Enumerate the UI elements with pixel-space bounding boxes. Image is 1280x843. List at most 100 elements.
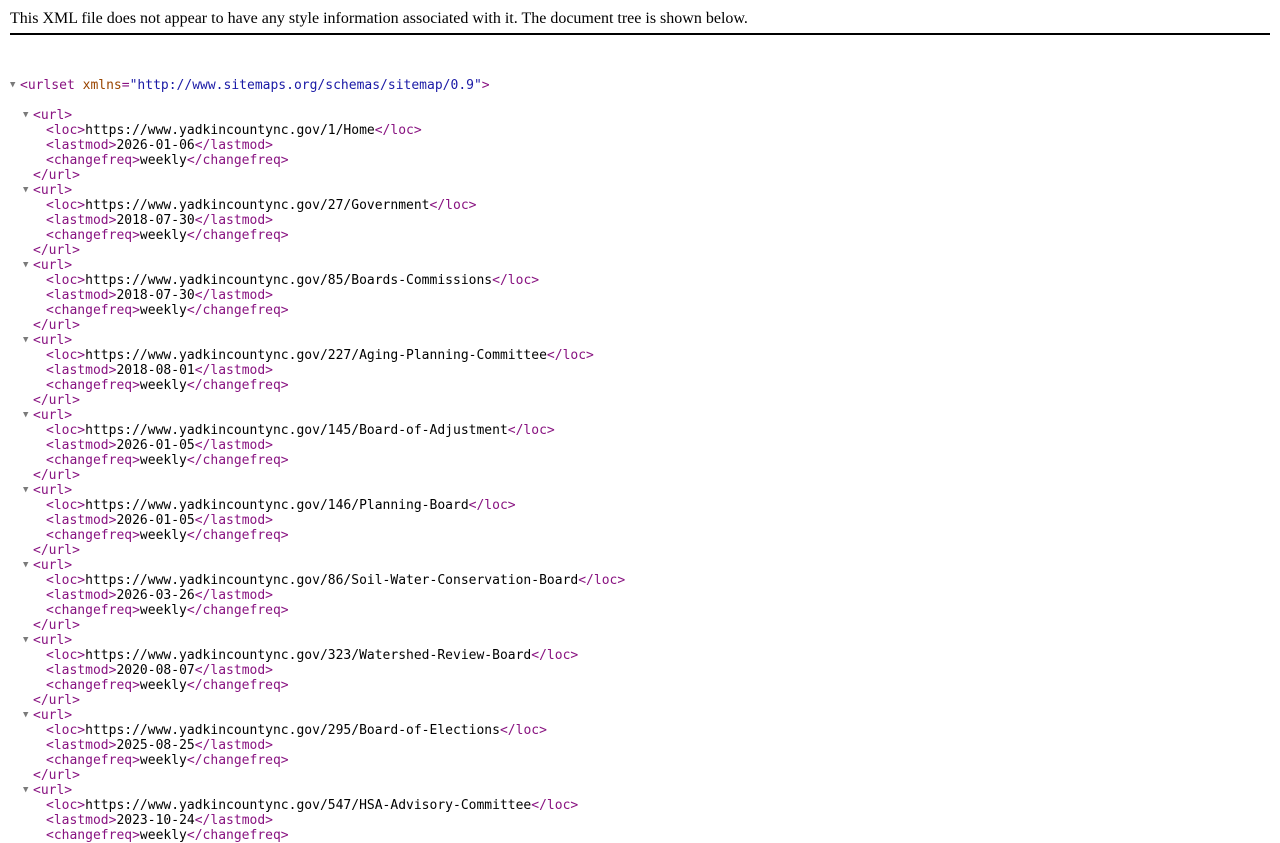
loc-open-tag: <loc> <box>46 498 86 513</box>
changefreq-value: weekly <box>139 228 187 243</box>
url-open-line: ▼ <url> <box>10 333 72 348</box>
lastmod-value: 2026-01-05 <box>116 513 195 528</box>
loc-open-tag: <loc> <box>46 198 86 213</box>
lastmod-close-tag: </lastmod> <box>194 588 274 603</box>
loc-line: <loc>https://www.yadkincountync.gov/85/B… <box>10 273 539 288</box>
changefreq-line: <changefreq>weekly</changefreq> <box>10 678 289 693</box>
collapse-arrow-icon[interactable]: ▼ <box>10 78 15 93</box>
lastmod-value: 2026-01-06 <box>116 138 195 153</box>
url-open-tag: <url> <box>33 783 73 798</box>
changefreq-open-tag: <changefreq> <box>46 228 140 243</box>
collapse-arrow-icon[interactable]: ▼ <box>23 708 28 723</box>
lastmod-open-tag: <lastmod> <box>46 738 117 753</box>
changefreq-value: weekly <box>139 678 187 693</box>
changefreq-open-tag: <changefreq> <box>46 303 140 318</box>
url-close-line: </url> <box>10 168 80 183</box>
collapse-arrow-icon[interactable]: ▼ <box>23 183 28 198</box>
lastmod-close-tag: </lastmod> <box>194 438 274 453</box>
url-open-line: ▼ <url> <box>10 633 72 648</box>
loc-close-tag: </loc> <box>507 423 555 438</box>
changefreq-open-tag: <changefreq> <box>46 828 140 843</box>
loc-line: <loc>https://www.yadkincountync.gov/547/… <box>10 798 578 813</box>
url-open-line: ▼ <url> <box>10 558 72 573</box>
url-open-line: ▼ <url> <box>10 783 72 798</box>
loc-value: https://www.yadkincountync.gov/146/Plann… <box>85 498 469 513</box>
collapse-arrow-icon[interactable]: ▼ <box>23 333 28 348</box>
url-close-tag: </url> <box>33 543 80 558</box>
changefreq-line: <changefreq>weekly</changefreq> <box>10 228 289 243</box>
changefreq-close-tag: </changefreq> <box>186 753 289 768</box>
changefreq-value: weekly <box>139 453 187 468</box>
changefreq-line: <changefreq>weekly</changefreq> <box>10 378 289 393</box>
changefreq-value: weekly <box>139 303 187 318</box>
loc-line: <loc>https://www.yadkincountync.gov/295/… <box>10 723 547 738</box>
url-close-line: </url> <box>10 243 80 258</box>
url-open-line: ▼ <url> <box>10 483 72 498</box>
changefreq-line: <changefreq>weekly</changefreq> <box>10 753 289 768</box>
collapse-arrow-icon[interactable]: ▼ <box>23 633 28 648</box>
url-close-tag: </url> <box>33 618 80 633</box>
loc-close-tag: </loc> <box>499 723 547 738</box>
loc-value: https://www.yadkincountync.gov/145/Board… <box>85 423 508 438</box>
loc-value: https://www.yadkincountync.gov/295/Board… <box>85 723 500 738</box>
url-close-tag: </url> <box>33 393 80 408</box>
collapse-arrow-icon[interactable]: ▼ <box>23 408 28 423</box>
url-close-line: </url> <box>10 693 80 708</box>
lastmod-line: <lastmod>2020-08-07</lastmod> <box>10 663 273 678</box>
lastmod-line: <lastmod>2026-03-26</lastmod> <box>10 588 273 603</box>
lastmod-close-tag: </lastmod> <box>194 138 274 153</box>
lastmod-close-tag: </lastmod> <box>194 813 274 828</box>
url-open-tag: <url> <box>33 333 73 348</box>
url-open-line: ▼ <url> <box>10 183 72 198</box>
collapse-arrow-icon[interactable]: ▼ <box>23 483 28 498</box>
changefreq-close-tag: </changefreq> <box>186 453 289 468</box>
collapse-arrow-icon[interactable]: ▼ <box>23 558 28 573</box>
url-close-tag: </url> <box>33 168 80 183</box>
loc-line: <loc>https://www.yadkincountync.gov/27/G… <box>10 198 476 213</box>
changefreq-line: <changefreq>weekly</changefreq> <box>10 453 289 468</box>
lastmod-line: <lastmod>2025-08-25</lastmod> <box>10 738 273 753</box>
url-open-tag: <url> <box>33 258 73 273</box>
loc-close-tag: </loc> <box>492 273 540 288</box>
loc-line: <loc>https://www.yadkincountync.gov/323/… <box>10 648 578 663</box>
lastmod-line: <lastmod>2026-01-06</lastmod> <box>10 138 273 153</box>
lastmod-value: 2020-08-07 <box>116 663 195 678</box>
url-close-line: </url> <box>10 393 80 408</box>
lastmod-line: <lastmod>2018-07-30</lastmod> <box>10 213 273 228</box>
lastmod-value: 2025-08-25 <box>116 738 195 753</box>
lastmod-open-tag: <lastmod> <box>46 513 117 528</box>
loc-open-tag: <loc> <box>46 723 86 738</box>
loc-line: <loc>https://www.yadkincountync.gov/1/Ho… <box>10 123 422 138</box>
lastmod-value: 2026-03-26 <box>116 588 195 603</box>
urlset-open-tag: <urlset <box>20 78 75 93</box>
collapse-arrow-icon[interactable]: ▼ <box>23 108 28 123</box>
changefreq-line: <changefreq>weekly</changefreq> <box>10 603 289 618</box>
changefreq-open-tag: <changefreq> <box>46 153 140 168</box>
lastmod-close-tag: </lastmod> <box>194 288 274 303</box>
urlset-open-tag-end: > <box>481 78 490 93</box>
url-close-tag: </url> <box>33 468 80 483</box>
url-close-line: </url> <box>10 318 80 333</box>
xml-document-tree: ▼ <urlset xmlns="http://www.sitemaps.org… <box>10 48 625 843</box>
changefreq-value: weekly <box>139 828 187 843</box>
lastmod-line: <lastmod>2026-01-05</lastmod> <box>10 438 273 453</box>
url-open-tag: <url> <box>33 108 73 123</box>
url-close-tag: </url> <box>33 318 80 333</box>
lastmod-line: <lastmod>2023-10-24</lastmod> <box>10 813 273 828</box>
url-close-tag: </url> <box>33 768 80 783</box>
changefreq-open-tag: <changefreq> <box>46 528 140 543</box>
xmlns-attribute-value: "http://www.sitemaps.org/schemas/sitemap… <box>129 78 482 93</box>
changefreq-value: weekly <box>139 378 187 393</box>
collapse-arrow-icon[interactable]: ▼ <box>23 258 28 273</box>
lastmod-open-tag: <lastmod> <box>46 288 117 303</box>
lastmod-value: 2026-01-05 <box>116 438 195 453</box>
changefreq-close-tag: </changefreq> <box>186 303 289 318</box>
url-open-tag: <url> <box>33 408 73 423</box>
lastmod-line: <lastmod>2018-07-30</lastmod> <box>10 288 273 303</box>
loc-open-tag: <loc> <box>46 273 86 288</box>
collapse-arrow-icon[interactable]: ▼ <box>23 783 28 798</box>
url-open-line: ▼ <url> <box>10 258 72 273</box>
changefreq-close-tag: </changefreq> <box>186 528 289 543</box>
loc-close-tag: </loc> <box>546 348 594 363</box>
loc-close-tag: </loc> <box>578 573 626 588</box>
